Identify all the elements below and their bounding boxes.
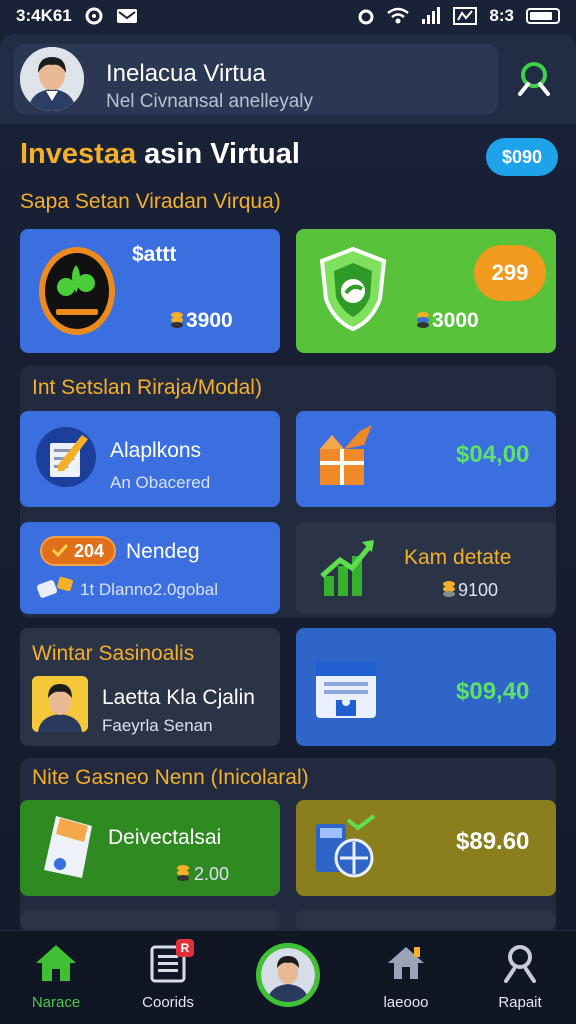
nav-house-label: laeooo [383,994,429,1011]
winner-heading: Wintar Sasinoalis [32,642,195,665]
home-icon [34,945,78,987]
nav-home[interactable]: Narace [8,943,104,1011]
pending-tag: 204 [40,536,117,566]
ticket-icon [38,812,98,889]
nav-home-label: Narace [31,994,81,1011]
growth-chart-icon [320,536,376,603]
winner-name: Laetta Kla Cjalin [102,686,255,709]
section2-heading: Int Setslan Riraja/Modal) [32,376,262,399]
tag-icon [36,574,80,607]
growth-card[interactable]: Kam detate 9100 [296,522,556,614]
nav-profile[interactable]: Rapait [472,943,568,1011]
alarm-icon [84,6,104,26]
device-label: Deivectalsai [108,826,222,849]
coin-stack-icon [442,580,456,603]
pending-label: Nendeg [126,540,200,563]
page-title-part2: asin Virtual [136,138,300,170]
shield-icon [318,245,388,338]
global-value: $89.60 [456,828,530,855]
calendar-icon [314,656,378,727]
growth-label: Kam detate [404,546,512,569]
user-portrait [32,676,88,732]
global-value-card[interactable]: $89.60 [296,800,556,896]
asset-card-1-label: $attt [132,243,177,266]
coin-stack-icon [416,311,430,334]
section4-heading: Nite Gasneo Nenn (Inicolaral) [32,766,309,789]
header-subtitle: Nel Civnansal anelleyaly [106,91,313,112]
device-value: 2.00 [194,864,230,884]
nav-house[interactable]: laeooo [358,943,454,1011]
coin-stack-icon [176,864,190,887]
asset-card-1-value: 3900 [186,309,233,332]
page-title-part1: Investaa [20,138,137,170]
signal-icon [421,7,441,25]
applications-sub: An Obacered [110,473,211,492]
page-title: Investaa asin Virtual [20,138,300,171]
winner-card[interactable]: Wintar Sasinoalis Laetta Kla Cjalin Faey… [20,628,280,746]
partial-card-right[interactable] [296,910,556,930]
device-card[interactable]: Deivectalsai 2.00 [20,800,280,896]
battery-icon [526,8,560,24]
house-icon [384,947,428,987]
asset-card-1[interactable]: $attt 3900 [20,229,280,353]
coin-stack-icon [170,311,184,334]
box-value: $04,00 [456,441,530,468]
profile-card[interactable]: Inelacua Virtua Nel Civnansal anelleyaly [14,44,498,114]
growth-value: 9100 [458,580,499,600]
section1-heading: Sapa Setan Viradan Virqua) [20,190,281,213]
winner-sub: Faeyrla Senan [102,716,213,735]
person-icon [500,945,540,987]
pending-tag-value: 204 [74,540,105,561]
search-button[interactable] [510,56,558,104]
nav-list-badge: R [176,939,194,957]
box-value-card[interactable]: $04,00 [296,411,556,507]
applications-label: Alaplkons [110,439,202,462]
pending-sub: 1t Dlanno2.0gobal [80,580,219,599]
search-icon [514,58,554,103]
list-icon [148,945,188,987]
calendar-value-card[interactable]: $09,40 [296,628,556,746]
status-bar: 3:4K61 8:3 [0,0,576,32]
partial-card-left[interactable] [20,910,280,930]
nav-profile-avatar[interactable] [256,943,320,1007]
document-pen-icon [34,425,98,494]
mail-icon [116,7,138,25]
status-right-text: 8:3 [489,6,514,25]
pending-card[interactable]: 204 Nendeg 1t Dlanno2.0gobal [20,522,280,614]
alarm-clock-icon [357,7,375,25]
calendar-value: $09,40 [456,678,530,705]
applications-card[interactable]: Alaplkons An Obacered [20,411,280,507]
app-header: Inelacua Virtua Nel Civnansal anelleyaly [0,34,576,124]
coin-emblem-icon [36,243,118,344]
balance-pill[interactable]: $090 [486,138,558,176]
status-time: 3:4K61 [16,6,72,25]
avatar[interactable] [20,47,84,111]
check-icon [51,541,69,562]
wifi-icon [387,7,410,25]
nav-profile-label: Rapait [498,994,542,1011]
asset-card-2-value: 3000 [432,309,479,332]
open-box-icon [314,423,378,494]
nav-list-label: Coorids [142,994,194,1011]
nav-list[interactable]: R Coorids [120,939,216,1011]
asset-card-2[interactable]: 299 3000 [296,229,556,353]
header-title: Inelacua Virtua [106,60,266,87]
calculator-globe-icon [314,814,378,885]
asset-card-2-badge: 299 [474,245,546,301]
data-icon [453,7,478,25]
bottom-nav: Narace R Coorids laeooo Rapait [0,930,576,1024]
